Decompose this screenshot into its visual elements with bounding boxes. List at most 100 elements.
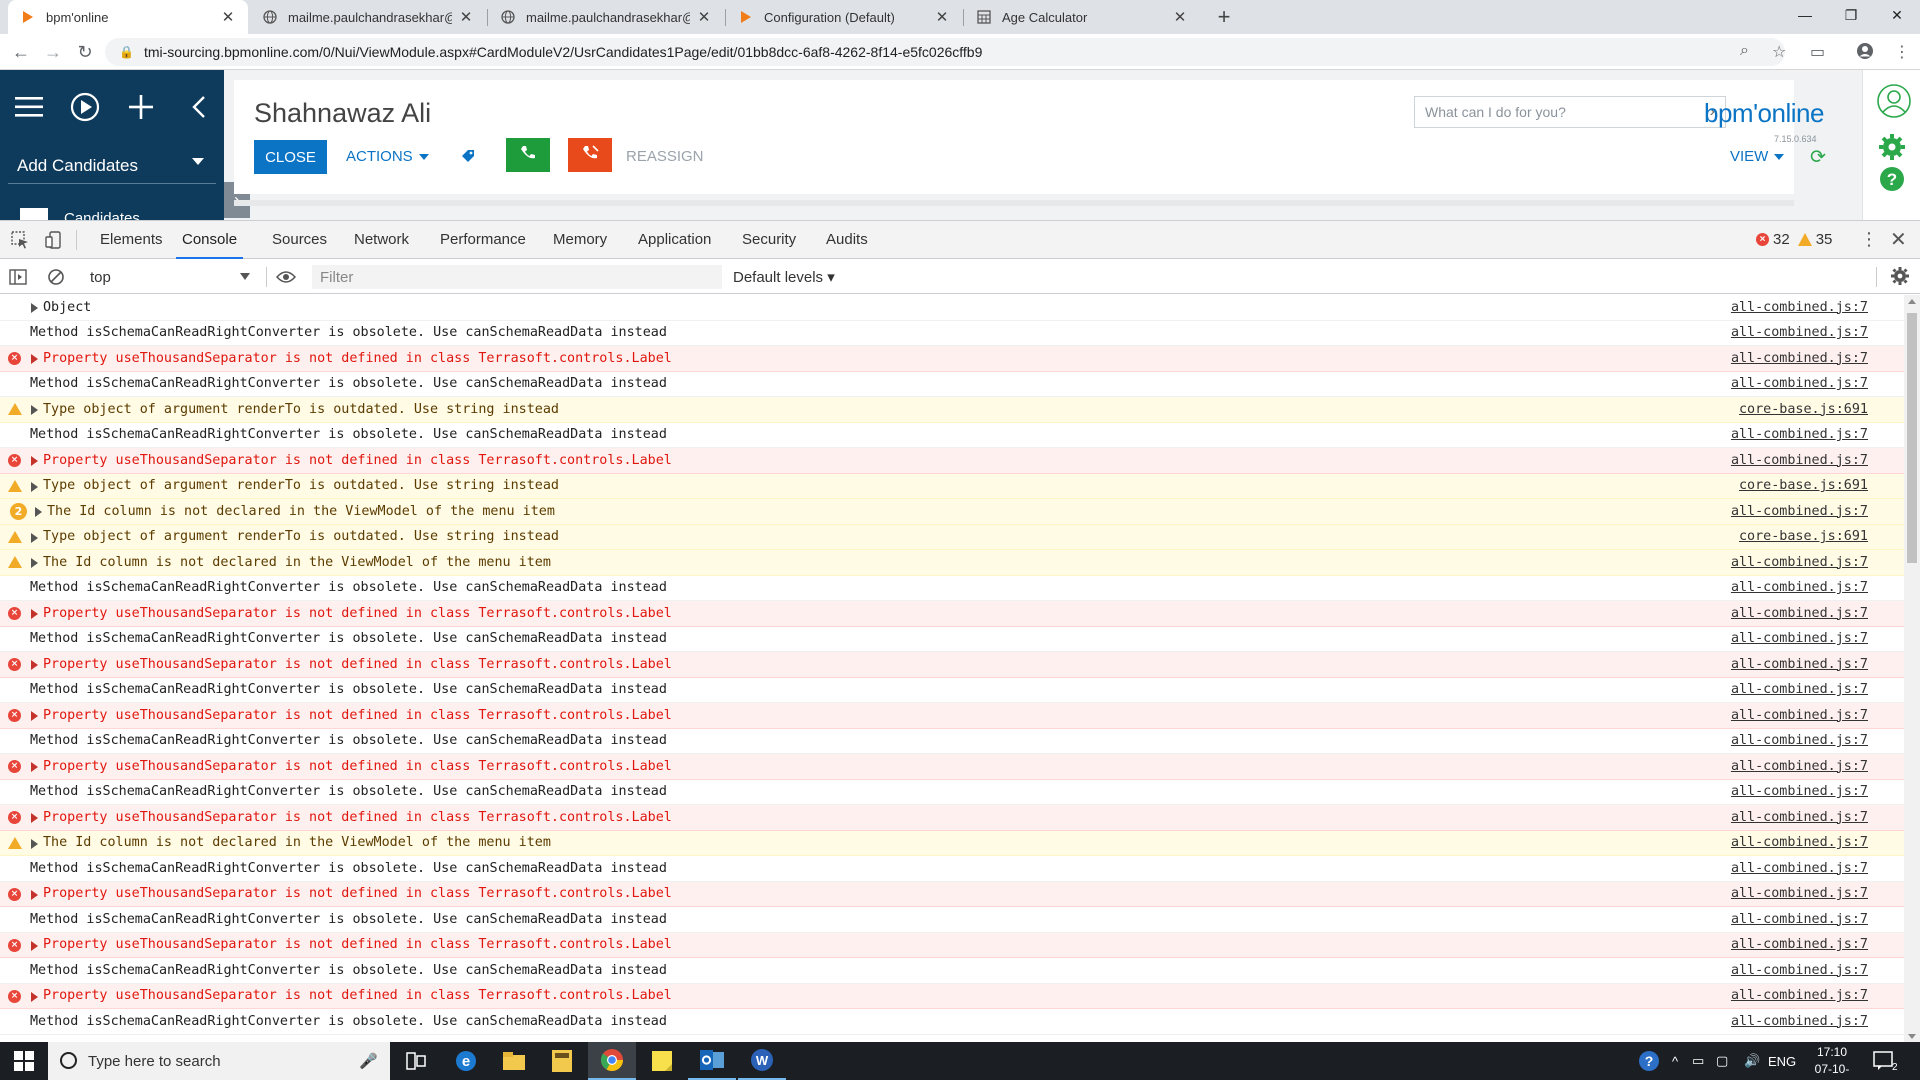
source-link[interactable]: core-base.js:691 [1739, 478, 1868, 493]
console-settings-gear-icon[interactable] [1890, 266, 1910, 290]
task-view-icon[interactable] [392, 1042, 440, 1080]
volume-icon[interactable]: 🔊 [1744, 1042, 1760, 1080]
show-hidden-icons-chevron-icon[interactable]: ^ [1672, 1042, 1678, 1080]
expand-triangle-icon[interactable] [31, 456, 38, 466]
notification-center-icon[interactable]: 2 [1872, 1042, 1898, 1080]
expand-triangle-icon[interactable] [31, 558, 38, 568]
input-language[interactable]: ENG [1768, 1042, 1796, 1080]
expand-triangle-icon[interactable] [31, 991, 38, 1002]
cast-icon[interactable]: ▭ [1810, 42, 1825, 62]
forward-arrow-icon[interactable]: → [38, 37, 68, 67]
source-link[interactable]: all-combined.js:7 [1731, 427, 1868, 442]
help-question-icon[interactable]: ? [1879, 166, 1905, 192]
sidebar-toggle-icon[interactable] [8, 267, 28, 287]
user-profile-icon[interactable] [1877, 84, 1911, 118]
filter-input[interactable] [312, 265, 722, 289]
help-tray-icon[interactable]: ? [1638, 1042, 1660, 1080]
system-clock[interactable]: 17:10 07-10-2019 [1808, 1044, 1856, 1080]
tab-close-icon[interactable]: ✕ [934, 8, 950, 26]
eye-icon[interactable] [276, 267, 296, 287]
calculator-app-icon[interactable] [538, 1042, 586, 1080]
expand-triangle-icon[interactable] [35, 507, 42, 517]
expand-triangle-icon[interactable] [31, 660, 38, 670]
inspect-element-icon[interactable] [10, 230, 30, 250]
tab-security[interactable]: Security [736, 221, 802, 259]
scroll-up-icon[interactable] [1908, 299, 1916, 304]
tab-application[interactable]: Application [632, 221, 717, 259]
taskbar-search-input[interactable]: Type here to search 🎤 [48, 1042, 390, 1080]
chrome-menu-icon[interactable]: ⋮ [1894, 42, 1910, 62]
tab-memory[interactable]: Memory [547, 221, 613, 259]
source-link[interactable]: all-combined.js:7 [1731, 1014, 1868, 1029]
gear-icon[interactable] [1877, 132, 1907, 162]
source-link[interactable]: all-combined.js:7 [1731, 300, 1868, 315]
tab-console[interactable]: Console [176, 221, 244, 259]
collapse-chevron-icon[interactable] [182, 90, 216, 124]
expand-triangle-icon[interactable] [31, 711, 38, 721]
tab-close-icon[interactable]: ✕ [696, 8, 712, 26]
file-explorer-icon[interactable] [490, 1042, 538, 1080]
close-button[interactable]: CLOSE [254, 140, 327, 174]
command-line-input[interactable]: What can I do for you? › [1414, 96, 1726, 128]
network-icon[interactable]: ▭ [1692, 1042, 1704, 1080]
hamburger-menu-icon[interactable] [12, 90, 46, 124]
devtools-menu-icon[interactable]: ⋮ [1860, 229, 1878, 250]
sticky-notes-icon[interactable] [638, 1042, 686, 1080]
tag-icon[interactable] [460, 148, 476, 168]
console-message-error[interactable]: × Property useThousandSeparator is not de… [0, 754, 1904, 780]
source-link[interactable]: all-combined.js:7 [1731, 810, 1868, 825]
source-link[interactable]: all-combined.js:7 [1731, 759, 1868, 774]
console-message-error[interactable]: × Property useThousandSeparator is not de… [0, 346, 1904, 372]
refresh-icon[interactable]: ⟳ [1810, 146, 1826, 169]
console-message-error[interactable]: × Property useThousandSeparator is not de… [0, 703, 1904, 729]
expand-triangle-icon[interactable] [31, 838, 38, 849]
actions-button[interactable]: ACTIONS [346, 148, 429, 165]
view-button[interactable]: VIEW [1730, 148, 1785, 165]
scrollbar-thumb[interactable] [1907, 313, 1917, 563]
expand-triangle-icon[interactable] [31, 405, 38, 415]
hang-up-button[interactable] [568, 138, 612, 172]
source-link[interactable]: all-combined.js:7 [1731, 835, 1868, 850]
tab-close-icon[interactable]: ✕ [1172, 8, 1188, 26]
source-link[interactable]: all-combined.js:7 [1731, 733, 1868, 748]
browser-tab-mail-1[interactable]: mailme.paulchandrasekhar@redi ✕ [250, 0, 486, 34]
source-link[interactable]: all-combined.js:7 [1731, 886, 1868, 901]
console-message-info[interactable]: Object all-combined.js:7 [0, 295, 1904, 321]
tab-sources[interactable]: Sources [266, 221, 333, 259]
microphone-icon[interactable]: 🎤 [359, 1052, 378, 1070]
address-bar[interactable]: 🔒 tmi-sourcing.bpmonline.com/0/Nui/ViewM… [105, 38, 1785, 66]
tab-close-icon[interactable]: ✕ [220, 8, 236, 26]
source-link[interactable]: all-combined.js:7 [1731, 325, 1868, 340]
expand-triangle-icon[interactable] [31, 762, 38, 772]
window-close-button[interactable]: ✕ [1874, 0, 1920, 30]
source-link[interactable]: all-combined.js:7 [1731, 861, 1868, 876]
outlook-icon[interactable] [688, 1042, 736, 1080]
devtools-close-icon[interactable]: ✕ [1890, 227, 1907, 252]
source-link[interactable]: all-combined.js:7 [1731, 376, 1868, 391]
console-message-error[interactable]: × Property useThousandSeparator is not de… [0, 601, 1904, 627]
expand-triangle-icon[interactable] [31, 813, 38, 823]
console-messages[interactable]: Object all-combined.js:7 Method isSchemaCa… [0, 295, 1904, 1043]
tab-elements[interactable]: Elements [94, 221, 169, 259]
source-link[interactable]: all-combined.js:7 [1731, 682, 1868, 697]
minimize-button[interactable]: — [1782, 0, 1828, 30]
expand-triangle-icon[interactable] [31, 609, 38, 619]
sidebar-item-candidates[interactable]: Candidates [20, 202, 200, 220]
console-message-error[interactable]: × Property useThousandSeparator is not de… [0, 983, 1904, 1009]
console-message-warn[interactable]: Type object of argument renderTo is outd… [0, 524, 1904, 550]
tab-audits[interactable]: Audits [820, 221, 874, 259]
source-link[interactable]: core-base.js:691 [1739, 402, 1868, 417]
source-link[interactable]: all-combined.js:7 [1731, 504, 1868, 519]
battery-icon[interactable]: ▢ [1716, 1042, 1728, 1080]
call-button[interactable] [506, 138, 550, 172]
profile-icon[interactable] [1856, 42, 1874, 65]
context-selector[interactable]: top [82, 266, 254, 288]
tab-close-icon[interactable]: ✕ [458, 8, 474, 26]
console-message-warn[interactable]: Type object of argument renderTo is outd… [0, 397, 1904, 423]
console-message-warn[interactable]: The Id column is not declared in the Vie… [0, 830, 1904, 856]
console-message-error[interactable]: × Property useThousandSeparator is not de… [0, 652, 1904, 678]
source-link[interactable]: core-base.js:691 [1739, 529, 1868, 544]
back-arrow-icon[interactable]: ← [6, 37, 36, 67]
source-link[interactable]: all-combined.js:7 [1731, 912, 1868, 927]
console-message-error[interactable]: × Property useThousandSeparator is not de… [0, 881, 1904, 907]
